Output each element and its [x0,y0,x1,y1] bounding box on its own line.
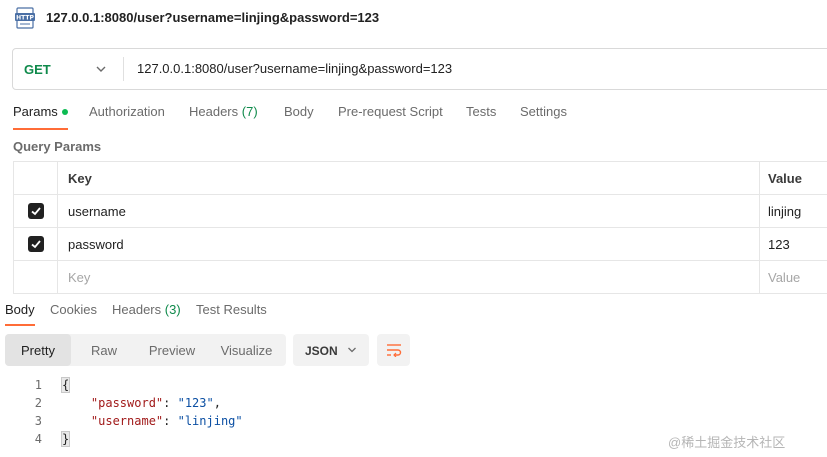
code-line: 2 "password": "123", [0,394,827,412]
tab-headers-count: (7) [241,104,258,119]
line-content: "username": "linjing" [62,414,243,428]
wrap-lines-button[interactable] [377,334,410,366]
request-tabs: Params Authorization Headers (7) Body Pr… [0,104,827,130]
tab-params-label: Params [13,104,58,119]
view-raw-button[interactable]: Raw [71,334,137,366]
response-tab-headers-label: Headers [112,302,162,317]
response-tab-headers-count: (3) [164,302,181,317]
response-tab-cookies[interactable]: Cookies [50,302,97,317]
active-dot-icon [61,108,68,115]
url-divider [123,57,124,81]
json-value: "linjing" [177,414,243,428]
response-tab-cookies-label: Cookies [50,302,97,317]
json-value: "123" [177,396,214,410]
tab-body-label: Body [284,104,314,119]
tab-headers[interactable]: Headers (7) [189,104,258,128]
response-tabs: Body Cookies Headers (3) Test Results [0,302,827,326]
params-table: Key Value username linjing password 123 … [13,161,827,294]
table-row-new: Key Value [14,261,827,294]
response-tab-test-results-label: Test Results [196,302,267,317]
request-title: 127.0.0.1:8080/user?username=linjing&pas… [46,10,380,25]
code-line: 1 { [0,376,827,394]
tab-tests-label: Tests [466,104,497,119]
format-label: JSON [305,344,338,358]
format-select[interactable]: JSON [293,334,369,366]
params-header-row: Key Value [14,162,827,195]
param-key-input[interactable]: username [58,195,760,227]
code-line: 3 "username": "linjing" [0,412,827,430]
checkmark-icon [30,240,41,249]
method-select[interactable]: GET [24,62,51,77]
query-params-title: Query Params [13,139,102,154]
view-mode-group: Pretty Raw Preview Visualize [5,334,286,366]
json-bracket: } [60,431,71,447]
title-bar: HTTP 127.0.0.1:8080/user?username=linjin… [0,0,827,36]
tab-body[interactable]: Body [284,104,314,128]
tab-pre-request-script[interactable]: Pre-request Script [338,104,443,128]
http-icon-label: HTTP [16,15,34,22]
params-header-value: Value [768,170,802,186]
response-tab-body[interactable]: Body [5,302,35,326]
chevron-down-icon[interactable] [95,63,107,75]
param-checkbox-username[interactable] [27,203,44,219]
line-content: { [60,377,71,393]
param-check-cell [14,195,58,227]
view-pretty-button[interactable]: Pretty [5,334,71,366]
view-preview-button[interactable]: Preview [137,334,207,366]
line-number: 4 [34,432,42,446]
tab-headers-label: Headers [189,104,239,119]
json-bracket: { [60,377,71,393]
json-key: "password" [90,396,164,410]
param-check-cell [14,228,58,260]
params-header-key: Key [58,162,760,194]
tab-authorization-label: Authorization [89,104,165,119]
json-key: "username" [90,414,164,428]
param-checkbox-password[interactable] [27,236,44,252]
tab-authorization[interactable]: Authorization [89,104,165,128]
tab-settings-label: Settings [520,104,567,119]
new-param-value-input[interactable]: Value [760,261,827,293]
line-number: 2 [34,396,42,410]
watermark: @稀土掘金技术社区 [668,435,786,450]
table-row: password 123 [14,228,827,261]
json-separator: : [163,414,178,428]
json-separator: : [163,396,178,410]
line-content: "password": "123", [62,396,221,410]
new-param-key-input[interactable]: Key [58,261,760,293]
tab-params[interactable]: Params [13,104,68,130]
response-tab-body-label: Body [5,302,35,317]
chevron-down-icon [348,347,356,353]
view-visualize-button[interactable]: Visualize [207,334,286,366]
line-content: } [60,431,71,447]
tab-pre-request-script-label: Pre-request Script [338,104,443,119]
json-comma: , [213,396,221,410]
param-value-input[interactable]: linjing [760,195,827,227]
wrap-lines-icon [386,344,401,357]
response-tab-test-results[interactable]: Test Results [196,302,267,317]
line-number: 1 [34,378,42,392]
line-number: 3 [34,414,42,428]
tab-settings[interactable]: Settings [520,104,567,128]
param-check-cell [14,261,58,293]
param-key-input[interactable]: password [58,228,760,260]
response-tab-headers[interactable]: Headers (3) [112,302,181,317]
table-row: username linjing [14,195,827,228]
tab-tests[interactable]: Tests [466,104,496,128]
url-input[interactable]: 127.0.0.1:8080/user?username=linjing&pas… [137,61,452,76]
param-value-input[interactable]: 123 [760,228,827,260]
http-file-icon: HTTP [15,7,35,29]
checkmark-icon [30,207,41,216]
url-bar: GET 127.0.0.1:8080/user?username=linjing… [12,48,827,90]
params-header-check-cell [14,162,58,194]
